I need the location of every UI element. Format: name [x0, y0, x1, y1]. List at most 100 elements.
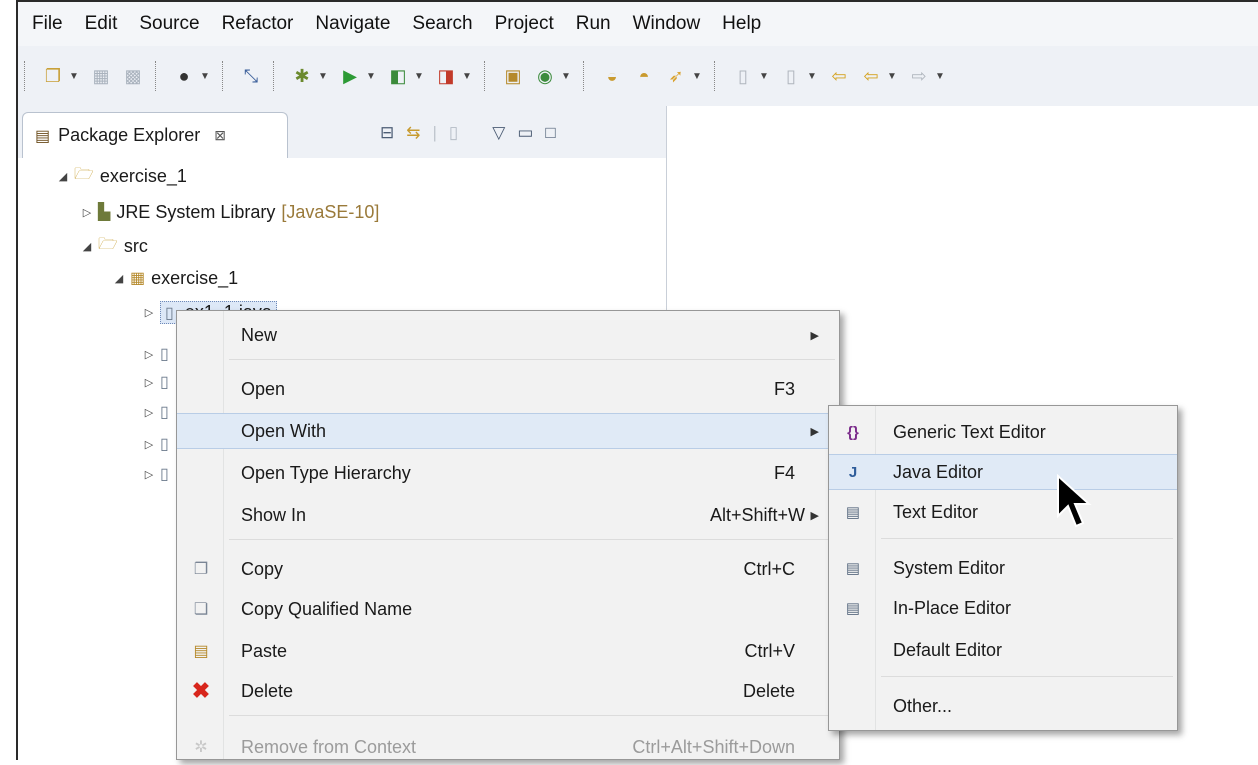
account-dropdown-icon[interactable]: ▼ — [200, 71, 210, 82]
menu-item-shortcut: F4 — [773, 462, 795, 483]
menu-search[interactable]: Search — [401, 13, 483, 35]
menu-item-label: Open With — [241, 420, 327, 441]
menu-source[interactable]: Source — [128, 13, 210, 35]
expand-toggle-icon[interactable]: ▷ — [142, 376, 156, 389]
menu-file[interactable]: File — [18, 13, 74, 35]
debug-icon[interactable]: ✱ — [289, 63, 315, 89]
save-icon[interactable]: ▦ — [88, 63, 114, 89]
menu-item-open-type-hierarchy[interactable]: Open Type Hierarchy F4 — [177, 455, 839, 491]
skip-breakpoints-icon[interactable]: ⤡ — [238, 63, 264, 89]
search-dropdown-icon[interactable]: ▼ — [692, 71, 702, 82]
submenu-arrow-icon: ▶ — [810, 425, 819, 438]
menu-help[interactable]: Help — [711, 13, 772, 35]
annotation-icon[interactable]: ▯ — [730, 63, 756, 89]
annotation-dropdown-icon[interactable]: ▼ — [759, 71, 769, 82]
link-with-editor-icon[interactable]: ⇆ — [406, 123, 420, 143]
collapse-toggle-icon[interactable]: ◢ — [80, 240, 94, 253]
submenu-item-label: Java Editor — [893, 461, 984, 482]
menu-item-open-with[interactable]: Open With ▶ — [177, 413, 839, 449]
tree-item-package[interactable]: ◢ ▦ exercise_1 — [112, 264, 238, 292]
java-file-icon: ▯ — [160, 346, 169, 363]
toolbar-separator — [155, 61, 162, 91]
menu-window[interactable]: Window — [622, 13, 712, 35]
back-dropdown-icon[interactable]: ▼ — [887, 71, 897, 82]
tree-item-file[interactable]: ▷ ▯ — [142, 398, 175, 426]
prev-annotation-dropdown-icon[interactable]: ▼ — [807, 71, 817, 82]
submenu-item-label: Text Editor — [893, 501, 979, 522]
menu-navigate[interactable]: Navigate — [304, 13, 401, 35]
copy-qualified-name-icon: ❏ — [193, 601, 209, 618]
last-edit-icon[interactable]: ⇦ — [826, 63, 852, 89]
expand-toggle-icon[interactable]: ▷ — [142, 306, 156, 319]
expand-toggle-icon[interactable]: ▷ — [142, 348, 156, 361]
view-menu-icon[interactable]: ▽ — [492, 123, 505, 143]
prev-annotation-icon[interactable]: ▯ — [778, 63, 804, 89]
menu-item-open[interactable]: Open F3 — [177, 371, 839, 407]
menu-item-copy[interactable]: ❐ Copy Ctrl+C — [177, 551, 839, 587]
menu-refactor[interactable]: Refactor — [211, 13, 305, 35]
tree-item-file[interactable]: ▷ ▯ — [142, 368, 175, 396]
menu-edit[interactable]: Edit — [74, 13, 129, 35]
menu-run[interactable]: Run — [565, 13, 622, 35]
back-icon[interactable]: ⇦ — [858, 63, 884, 89]
new-dropdown-icon[interactable]: ▼ — [69, 71, 79, 82]
new-class-dropdown-icon[interactable]: ▼ — [561, 71, 571, 82]
maximize-icon[interactable]: □ — [545, 123, 555, 143]
focus-active-task-icon[interactable]: ▯ — [449, 123, 458, 143]
tree-item-src[interactable]: ◢ 🗁 src — [80, 232, 148, 260]
search-icon[interactable]: ➶ — [663, 63, 689, 89]
tree-item-file[interactable]: ▷ ▯ — [142, 340, 175, 368]
new-java-package-icon[interactable]: ▣ — [500, 63, 526, 89]
expand-toggle-icon[interactable]: ▷ — [80, 206, 94, 219]
external-tools-dropdown-icon[interactable]: ▼ — [462, 71, 472, 82]
coverage-icon[interactable]: ◧ — [385, 63, 411, 89]
collapse-toggle-icon[interactable]: ◢ — [56, 170, 70, 183]
menu-item-new[interactable]: New ▶ — [177, 317, 839, 353]
menu-item-shortcut: Delete — [742, 680, 795, 701]
run-dropdown-icon[interactable]: ▼ — [366, 71, 376, 82]
menu-item-show-in[interactable]: Show In Alt+Shift+W ▶ — [177, 497, 839, 533]
account-icon[interactable]: ● — [171, 63, 197, 89]
save-all-icon[interactable]: ▩ — [120, 63, 146, 89]
toolbar-separator — [222, 61, 229, 91]
toolbar-separator — [484, 61, 491, 91]
tree-item-file[interactable]: ▷ ▯ — [142, 430, 175, 458]
submenu-arrow-icon: ▶ — [810, 509, 819, 522]
expand-toggle-icon[interactable]: ▷ — [142, 468, 156, 481]
menu-item-paste[interactable]: ▤ Paste Ctrl+V — [177, 633, 839, 669]
collapse-toggle-icon[interactable]: ◢ — [112, 272, 126, 285]
new-icon[interactable]: ❐ — [40, 63, 66, 89]
submenu-item-other[interactable]: Other... — [829, 688, 1177, 724]
expand-toggle-icon[interactable]: ▷ — [142, 438, 156, 451]
submenu-item-generic-text-editor[interactable]: {} Generic Text Editor — [829, 414, 1177, 450]
menu-project[interactable]: Project — [484, 13, 565, 35]
collapse-all-icon[interactable]: ⊟ — [380, 123, 394, 143]
menu-separator — [229, 359, 835, 360]
run-icon[interactable]: ▶ — [337, 63, 363, 89]
close-icon[interactable]: ⊠ — [214, 127, 226, 144]
submenu-item-text-editor[interactable]: ▤ Text Editor — [829, 494, 1177, 530]
coverage-dropdown-icon[interactable]: ▼ — [414, 71, 424, 82]
menu-item-delete[interactable]: ✖ Delete Delete — [177, 673, 839, 709]
new-java-class-icon[interactable]: ◉ — [532, 63, 558, 89]
menu-item-copy-qualified-name[interactable]: ❏ Copy Qualified Name — [177, 591, 839, 627]
tree-item-file[interactable]: ▷ ▯ — [142, 460, 175, 488]
expand-toggle-icon[interactable]: ▷ — [142, 406, 156, 419]
tree-item-project[interactable]: ◢ 🗁 exercise_1 — [56, 162, 187, 190]
debug-dropdown-icon[interactable]: ▼ — [318, 71, 328, 82]
submenu-item-in-place-editor[interactable]: ▤ In-Place Editor — [829, 590, 1177, 626]
forward-dropdown-icon[interactable]: ▼ — [935, 71, 945, 82]
minimize-icon[interactable]: ▭ — [517, 123, 533, 143]
external-tools-icon[interactable]: ◨ — [433, 63, 459, 89]
submenu-item-system-editor[interactable]: ▤ System Editor — [829, 550, 1177, 586]
open-task-icon[interactable]: ◓ — [631, 63, 657, 89]
menu-separator — [229, 715, 835, 716]
forward-icon[interactable]: ⇨ — [906, 63, 932, 89]
toolbar-separator — [24, 61, 31, 91]
tree-item-jre[interactable]: ▷ ▙ JRE System Library [JavaSE-10] — [80, 198, 380, 226]
submenu-item-default-editor[interactable]: Default Editor — [829, 632, 1177, 668]
submenu-item-java-editor[interactable]: J Java Editor — [829, 454, 1177, 490]
tab-package-explorer[interactable]: ▤ Package Explorer ⊠ — [22, 112, 288, 158]
menu-separator — [229, 539, 835, 540]
open-type-icon[interactable]: ◒ — [599, 63, 625, 89]
